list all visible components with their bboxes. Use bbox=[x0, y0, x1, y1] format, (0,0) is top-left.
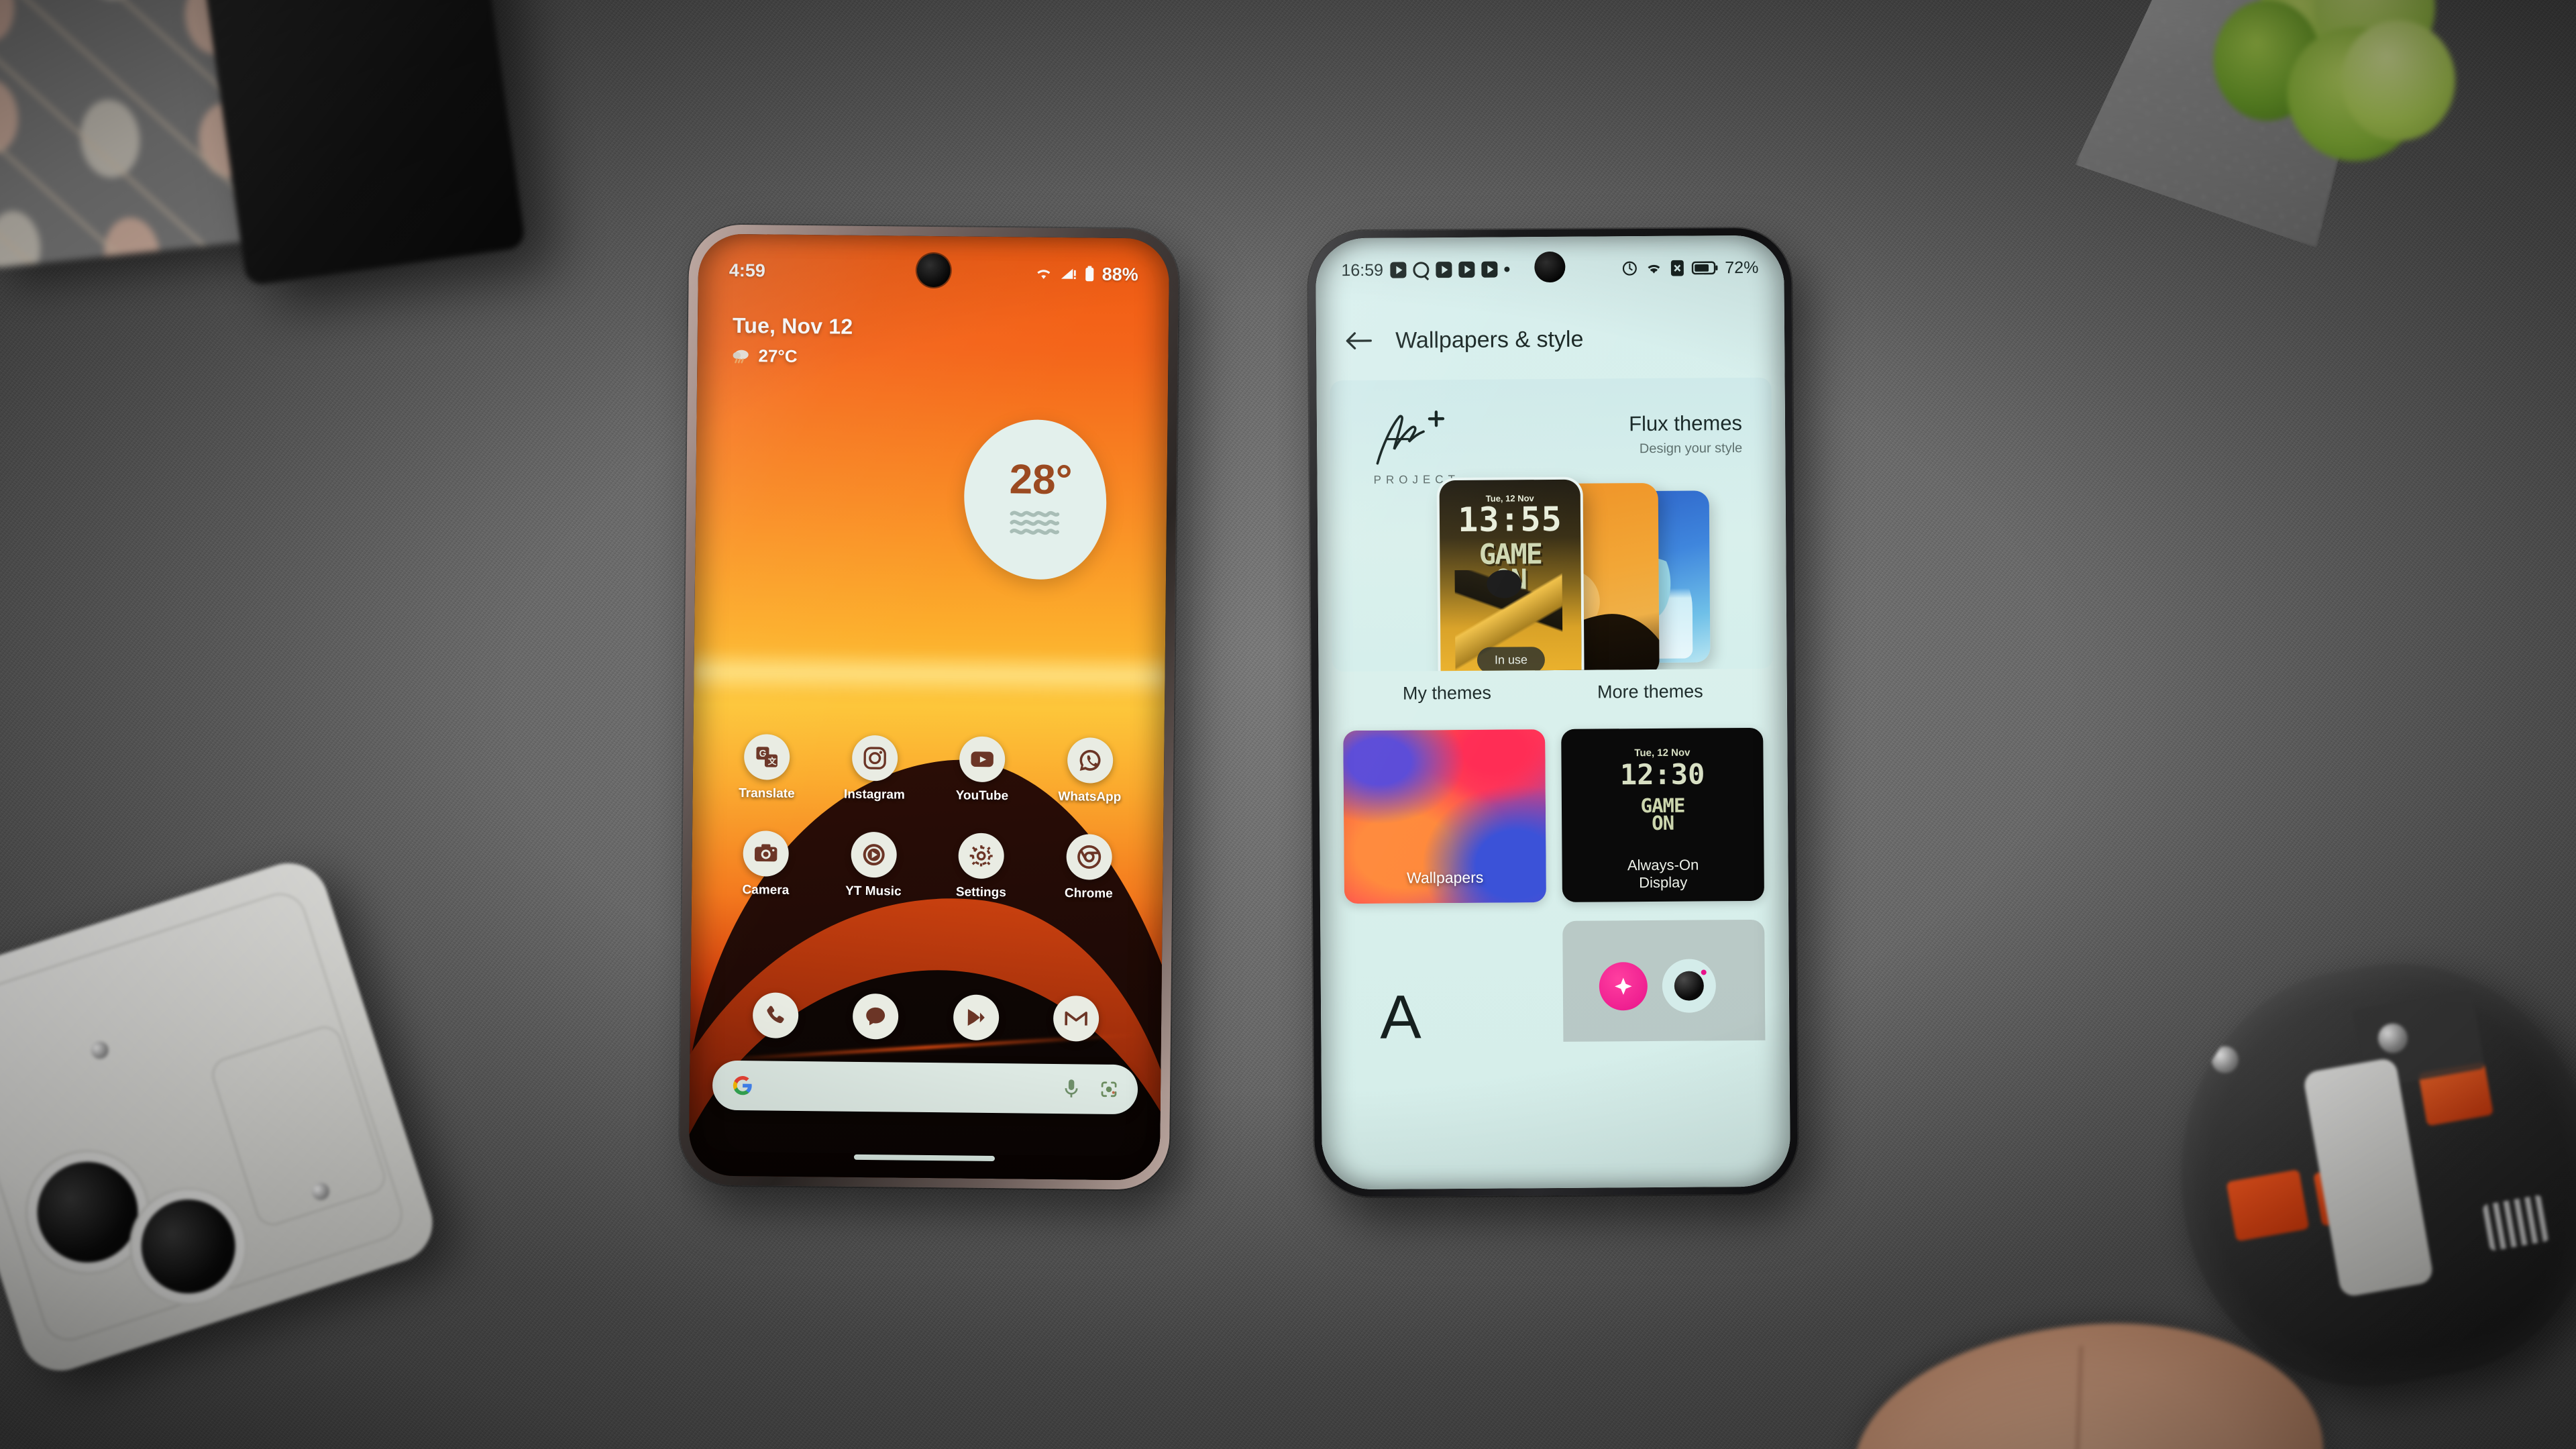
desk-vignette bbox=[0, 0, 2576, 1449]
desk-surface: 4:59 88% bbox=[0, 0, 2576, 1449]
